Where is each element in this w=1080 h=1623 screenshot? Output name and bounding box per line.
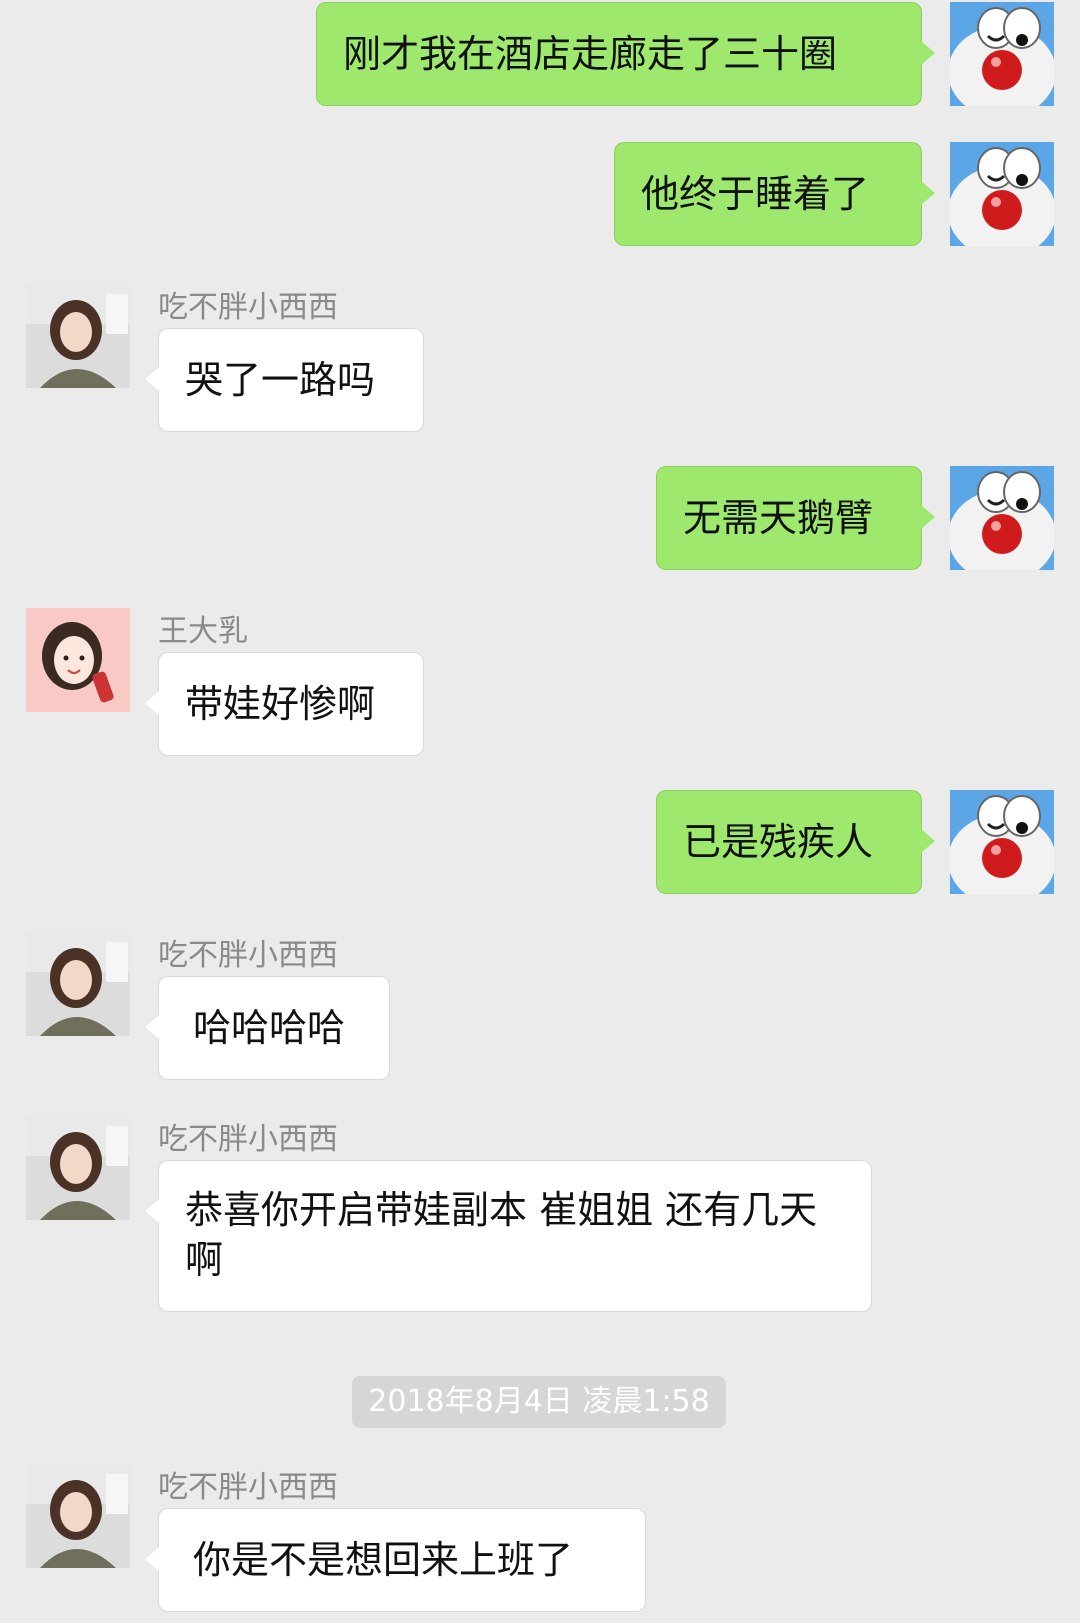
doraemon-avatar[interactable]: [950, 466, 1054, 570]
sender-name: 王大乳: [158, 614, 248, 649]
sender-name: 吃不胖小西西: [158, 1122, 338, 1157]
message-bubble-outgoing[interactable]: 无需天鹅臂: [656, 466, 935, 570]
contact-avatar-xixi[interactable]: [26, 1116, 130, 1220]
message-bubble-incoming[interactable]: 哭了一路吗: [145, 328, 424, 432]
sender-name: 吃不胖小西西: [158, 1470, 338, 1505]
message-bubble-outgoing[interactable]: 已是残疾人: [656, 790, 935, 894]
doraemon-avatar[interactable]: [950, 142, 1054, 246]
contact-avatar-xixi[interactable]: [26, 1464, 130, 1568]
message-bubble-incoming[interactable]: 带娃好惨啊: [145, 652, 424, 756]
contact-avatar-xixi[interactable]: [26, 284, 130, 388]
message-bubble-outgoing[interactable]: 他终于睡着了: [614, 142, 935, 246]
contact-avatar-cartoon-girl[interactable]: [26, 608, 130, 712]
contact-avatar-xixi[interactable]: [26, 932, 130, 1036]
message-bubble-incoming[interactable]: 哈哈哈哈: [145, 976, 390, 1080]
message-bubble-outgoing[interactable]: 刚才我在酒店走廊走了三十圈: [316, 2, 935, 106]
message-bubble-incoming[interactable]: 恭喜你开启带娃副本 崔姐姐 还有几天啊: [145, 1160, 872, 1312]
doraemon-avatar[interactable]: [950, 2, 1054, 106]
sender-name: 吃不胖小西西: [158, 938, 338, 973]
sender-name: 吃不胖小西西: [158, 290, 338, 325]
doraemon-avatar[interactable]: [950, 790, 1054, 894]
message-bubble-incoming[interactable]: 你是不是想回来上班了: [145, 1508, 646, 1612]
timestamp-divider: 2018年8月4日 凌晨1:58: [352, 1376, 726, 1428]
